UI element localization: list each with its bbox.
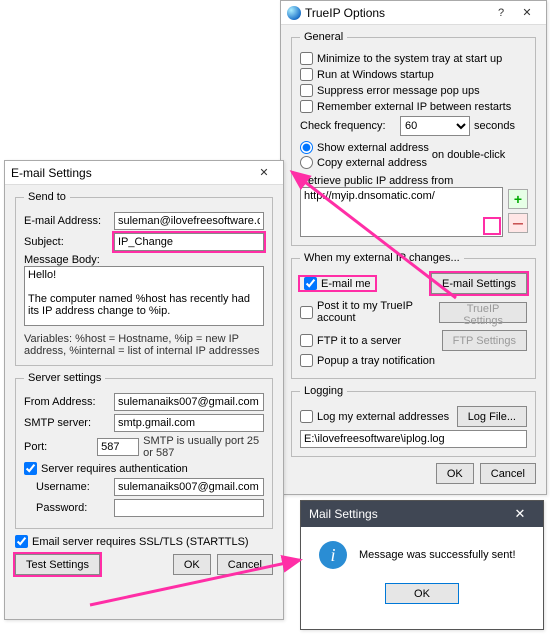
email-address-field[interactable] [114,212,264,230]
email-settings-window: E-mail Settings ✕ Send to E-mail Address… [4,160,284,620]
show-external-radio[interactable]: Show external address [300,141,429,154]
copy-external-radio[interactable]: Copy external address [300,156,429,169]
remember-ip-checkbox[interactable]: Remember external IP between restarts [300,100,527,113]
info-icon: i [319,541,347,569]
port-hint: SMTP is usually port 25 or 587 [143,435,264,459]
email-titlebar: E-mail Settings ✕ [5,161,283,185]
help-button[interactable]: ? [488,4,514,22]
mail-dialog-titlebar: Mail Settings ✕ [301,501,543,527]
ip-changes-group: When my external IP changes... E-mail me… [291,252,536,379]
email-cancel-button[interactable]: Cancel [217,554,273,575]
message-body-label: Message Body: [24,254,264,266]
trueip-options-window: TrueIP Options ? ✕ General Minimize to t… [280,0,547,495]
password-field[interactable] [114,499,264,517]
smtp-label: SMTP server: [24,417,110,429]
general-legend: General [300,31,347,43]
email-settings-button[interactable]: E-mail Settings [431,273,527,294]
suppress-errors-checkbox[interactable]: Suppress error message pop ups [300,84,527,97]
retrieve-label: Retrieve public IP address from [300,175,527,187]
email-address-label: E-mail Address: [24,215,110,227]
log-path-field[interactable] [300,430,527,448]
sendto-group: Send to E-mail Address: Subject: Message… [15,191,273,366]
ip-changes-legend: When my external IP changes... [300,252,464,264]
options-titlebar: TrueIP Options ? ✕ [281,1,546,25]
server-legend: Server settings [24,372,105,384]
options-ok-button[interactable]: OK [436,463,474,484]
close-button[interactable]: ✕ [514,4,540,22]
server-group: Server settings From Address: SMTP serve… [15,372,273,529]
username-field[interactable] [114,478,264,496]
message-body-field[interactable] [24,266,264,326]
run-windows-startup-checkbox[interactable]: Run at Windows startup [300,68,527,81]
email-me-checkbox[interactable]: E-mail me [300,277,375,290]
sendto-legend: Send to [24,191,70,203]
log-file-button[interactable]: Log File... [457,406,527,427]
ip-source-list[interactable]: http://myip.dnsomatic.com/ [300,187,503,237]
post-trueip-checkbox[interactable]: Post it to my TrueIP account [300,300,435,324]
ftp-checkbox[interactable]: FTP it to a server [300,334,401,347]
logging-group: Logging Log my external addresses Log Fi… [291,385,536,457]
port-label: Port: [24,441,93,453]
username-label: Username: [36,481,110,493]
ftp-settings-button[interactable]: FTP Settings [442,330,527,351]
globe-icon [287,6,301,20]
freq-unit: seconds [474,120,515,132]
trueip-settings-button[interactable]: TrueIP Settings [439,302,527,323]
mail-dialog-title: Mail Settings [309,507,505,521]
mail-dialog-ok-button[interactable]: OK [385,583,459,604]
password-label: Password: [36,502,110,514]
popup-tray-checkbox[interactable]: Popup a tray notification [300,354,527,367]
smtp-field[interactable] [114,414,264,432]
from-label: From Address: [24,396,110,408]
subject-label: Subject: [24,236,110,248]
email-ok-button[interactable]: OK [173,554,211,575]
mail-dialog-close-button[interactable]: ✕ [505,504,535,524]
options-cancel-button[interactable]: Cancel [480,463,536,484]
freq-label: Check frequency: [300,120,396,132]
freq-select[interactable]: 60 [400,116,470,136]
variables-hint: Variables: %host = Hostname, %ip = new I… [24,333,264,357]
remove-source-button[interactable]: ─ [508,213,528,233]
double-click-label: on double-click [432,149,505,161]
logging-legend: Logging [300,385,347,397]
log-addresses-checkbox[interactable]: Log my external addresses [300,410,449,423]
options-title: TrueIP Options [305,6,488,20]
email-title: E-mail Settings [11,166,251,180]
add-source-button[interactable]: + [508,189,528,209]
from-field[interactable] [114,393,264,411]
ssl-tls-checkbox[interactable]: Email server requires SSL/TLS (STARTTLS) [15,535,273,548]
mail-settings-dialog: Mail Settings ✕ i Message was successful… [300,500,544,630]
test-settings-button[interactable]: Test Settings [15,554,100,575]
mail-dialog-message: Message was successfully sent! [359,549,516,561]
server-auth-checkbox[interactable]: Server requires authentication [24,462,264,475]
subject-field[interactable] [114,233,264,251]
port-field[interactable] [97,438,139,456]
email-close-button[interactable]: ✕ [251,164,277,182]
general-group: General Minimize to the system tray at s… [291,31,536,246]
minimize-tray-checkbox[interactable]: Minimize to the system tray at start up [300,52,527,65]
